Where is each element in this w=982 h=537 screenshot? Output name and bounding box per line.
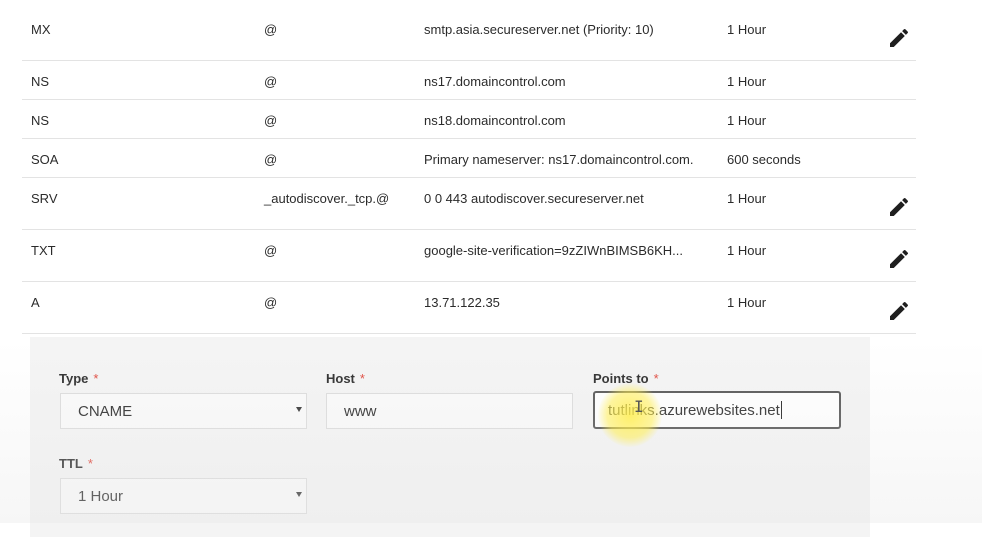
record-value: 0 0 443 autodiscover.secureserver.net — [424, 191, 644, 206]
text-cursor — [780, 401, 782, 419]
type-label: Type * — [59, 371, 98, 386]
record-ttl: 1 Hour — [727, 243, 767, 258]
required-mark: * — [359, 371, 365, 386]
edit-record-button[interactable] — [884, 23, 914, 53]
edit-record-button[interactable] — [884, 244, 914, 274]
points-to-input[interactable]: tutlinks.azurewebsites.net — [593, 391, 841, 429]
record-value: ns17.domaincontrol.com — [424, 74, 566, 89]
required-mark: * — [653, 371, 659, 386]
points-to-label-text: Points to — [593, 371, 649, 386]
chevron-down-icon — [296, 492, 302, 497]
ttl-label-text: TTL — [59, 456, 83, 471]
record-type: SOA — [31, 152, 59, 167]
ttl-select[interactable]: 1 Hour — [60, 478, 307, 514]
type-select-value: CNAME — [78, 402, 133, 420]
required-mark: * — [87, 456, 93, 471]
record-name: @ — [264, 295, 278, 310]
pencil-icon — [890, 28, 909, 47]
record-name: @ — [264, 243, 278, 258]
record-type: NS — [31, 74, 50, 89]
record-name: _autodiscover._tcp.@ — [264, 191, 390, 206]
pencil-icon — [890, 197, 909, 216]
record-name: @ — [264, 74, 278, 89]
ttl-label: TTL * — [59, 456, 93, 471]
host-label: Host * — [326, 371, 365, 386]
pencil-icon — [890, 301, 909, 320]
record-name: @ — [264, 22, 278, 37]
dns-records-table: MX @ smtp.asia.secureserver.net (Priorit… — [22, 0, 916, 334]
record-ttl: 1 Hour — [727, 191, 767, 206]
record-ttl: 600 seconds — [727, 152, 801, 167]
table-row: NS @ ns17.domaincontrol.com 1 Hour — [22, 61, 916, 100]
record-name: @ — [264, 113, 278, 128]
record-name: @ — [264, 152, 278, 167]
edit-record-button[interactable] — [884, 296, 914, 326]
record-value: ns18.domaincontrol.com — [424, 113, 566, 128]
record-ttl: 1 Hour — [727, 22, 767, 37]
record-value: google-site-verification=9zZIWnBIMSB6KH.… — [424, 243, 684, 258]
host-input-value: www — [344, 402, 377, 420]
record-type: SRV — [31, 191, 58, 206]
record-value: smtp.asia.secureserver.net (Priority: 10… — [424, 22, 654, 37]
table-row: TXT @ google-site-verification=9zZIWnBIM… — [22, 230, 916, 282]
type-label-text: Type — [59, 371, 89, 386]
table-row: SOA @ Primary nameserver: ns17.domaincon… — [22, 139, 916, 178]
record-type: NS — [31, 113, 50, 128]
required-mark: * — [93, 371, 99, 386]
type-select[interactable]: CNAME — [60, 393, 307, 429]
points-to-input-value: tutlinks.azurewebsites.net — [608, 401, 780, 419]
record-type: A — [31, 295, 40, 310]
record-ttl: 1 Hour — [727, 295, 767, 310]
points-to-label: Points to * — [593, 371, 659, 386]
chevron-down-icon — [296, 407, 302, 412]
add-record-form: Type * CNAME Host * www Points to * tutlink… — [30, 337, 870, 537]
ttl-select-value: 1 Hour — [78, 487, 124, 505]
record-type: TXT — [31, 243, 56, 258]
record-ttl: 1 Hour — [727, 74, 767, 89]
record-ttl: 1 Hour — [727, 113, 767, 128]
host-input[interactable]: www — [326, 393, 573, 429]
record-type: MX — [31, 22, 51, 37]
table-row: SRV _autodiscover._tcp.@ 0 0 443 autodis… — [22, 178, 916, 230]
record-value: Primary nameserver: ns17.domaincontrol.c… — [424, 152, 694, 167]
pencil-icon — [890, 249, 909, 268]
table-row: A @ 13.71.122.35 1 Hour — [22, 282, 916, 334]
record-value: 13.71.122.35 — [424, 295, 500, 310]
host-label-text: Host — [326, 371, 355, 386]
table-row: MX @ smtp.asia.secureserver.net (Priorit… — [22, 0, 916, 61]
edit-record-button[interactable] — [884, 192, 914, 222]
table-row: NS @ ns18.domaincontrol.com 1 Hour — [22, 100, 916, 139]
